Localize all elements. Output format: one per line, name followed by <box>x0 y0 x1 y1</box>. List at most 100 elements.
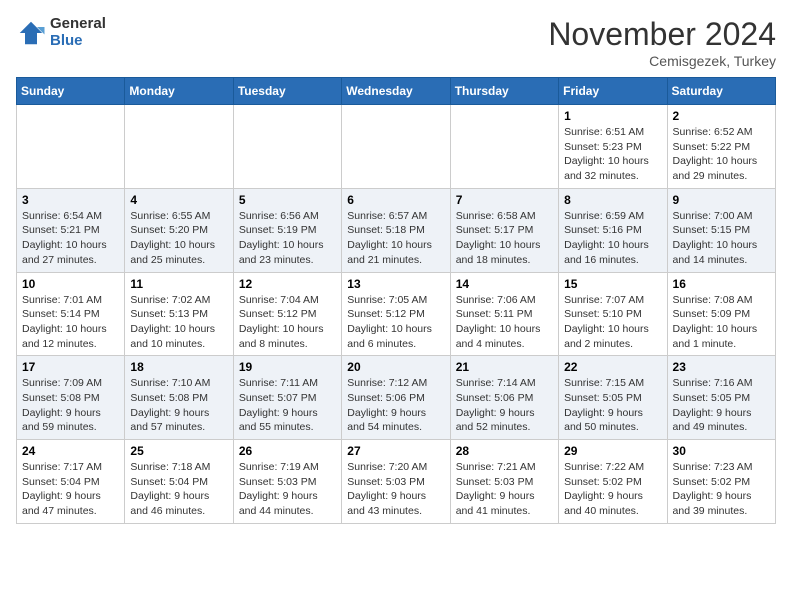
day-info: Sunrise: 7:01 AMSunset: 5:14 PMDaylight:… <box>22 293 119 352</box>
logo-icon <box>16 18 46 48</box>
day-info: Sunrise: 7:22 AMSunset: 5:02 PMDaylight:… <box>564 460 661 519</box>
day-info: Sunrise: 7:17 AMSunset: 5:04 PMDaylight:… <box>22 460 119 519</box>
calendar-cell <box>450 105 558 189</box>
day-info: Sunrise: 7:11 AMSunset: 5:07 PMDaylight:… <box>239 376 336 435</box>
day-info: Sunrise: 7:14 AMSunset: 5:06 PMDaylight:… <box>456 376 553 435</box>
logo-general-text: General <box>50 16 106 33</box>
calendar-cell: 23 Sunrise: 7:16 AMSunset: 5:05 PMDayligh… <box>667 356 775 440</box>
week-row: 17 Sunrise: 7:09 AMSunset: 5:08 PMDayligh… <box>17 356 776 440</box>
calendar-cell: 13Sunrise: 7:05 AMSunset: 5:12 PMDayligh… <box>342 272 450 356</box>
page-header: General Blue November 2024 Cemisgezek, T… <box>16 16 776 69</box>
day-number: 24 <box>22 444 119 458</box>
calendar-cell <box>342 105 450 189</box>
day-number: 25 <box>130 444 227 458</box>
day-number: 19 <box>239 360 336 374</box>
day-info: Sunrise: 6:51 AMSunset: 5:23 PMDaylight:… <box>564 125 661 184</box>
calendar-cell: 19 Sunrise: 7:11 AMSunset: 5:07 PMDayligh… <box>233 356 341 440</box>
calendar-cell: 27 Sunrise: 7:20 AMSunset: 5:03 PMDayligh… <box>342 440 450 524</box>
day-number: 1 <box>564 109 661 123</box>
day-number: 14 <box>456 277 553 291</box>
weekday-header: Thursday <box>450 78 558 105</box>
day-number: 30 <box>673 444 770 458</box>
calendar-cell: 26 Sunrise: 7:19 AMSunset: 5:03 PMDayligh… <box>233 440 341 524</box>
calendar-cell: 15Sunrise: 7:07 AMSunset: 5:10 PMDayligh… <box>559 272 667 356</box>
day-number: 13 <box>347 277 444 291</box>
weekday-header: Sunday <box>17 78 125 105</box>
day-info: Sunrise: 6:59 AMSunset: 5:16 PMDaylight:… <box>564 209 661 268</box>
day-number: 4 <box>130 193 227 207</box>
day-number: 28 <box>456 444 553 458</box>
calendar-cell: 24 Sunrise: 7:17 AMSunset: 5:04 PMDayligh… <box>17 440 125 524</box>
day-number: 16 <box>673 277 770 291</box>
calendar-cell <box>233 105 341 189</box>
day-number: 7 <box>456 193 553 207</box>
day-info: Sunrise: 7:21 AMSunset: 5:03 PMDaylight:… <box>456 460 553 519</box>
day-number: 8 <box>564 193 661 207</box>
calendar-cell: 4 Sunrise: 6:55 AMSunset: 5:20 PMDaylight… <box>125 188 233 272</box>
day-number: 21 <box>456 360 553 374</box>
day-info: Sunrise: 6:55 AMSunset: 5:20 PMDaylight:… <box>130 209 227 268</box>
calendar-cell: 17 Sunrise: 7:09 AMSunset: 5:08 PMDayligh… <box>17 356 125 440</box>
week-row: 10Sunrise: 7:01 AMSunset: 5:14 PMDayligh… <box>17 272 776 356</box>
calendar-cell: 11 Sunrise: 7:02 AMSunset: 5:13 PMDayligh… <box>125 272 233 356</box>
calendar-cell: 6Sunrise: 6:57 AMSunset: 5:18 PMDaylight… <box>342 188 450 272</box>
calendar-cell: 9Sunrise: 7:00 AMSunset: 5:15 PMDaylight… <box>667 188 775 272</box>
week-row: 3 Sunrise: 6:54 AMSunset: 5:21 PMDaylight… <box>17 188 776 272</box>
day-info: Sunrise: 7:23 AMSunset: 5:02 PMDaylight:… <box>673 460 770 519</box>
weekday-header-row: SundayMondayTuesdayWednesdayThursdayFrid… <box>17 78 776 105</box>
day-number: 27 <box>347 444 444 458</box>
day-number: 3 <box>22 193 119 207</box>
day-info: Sunrise: 7:10 AMSunset: 5:08 PMDaylight:… <box>130 376 227 435</box>
calendar-cell: 12Sunrise: 7:04 AMSunset: 5:12 PMDayligh… <box>233 272 341 356</box>
calendar-cell <box>17 105 125 189</box>
calendar-cell: 14Sunrise: 7:06 AMSunset: 5:11 PMDayligh… <box>450 272 558 356</box>
weekday-header: Saturday <box>667 78 775 105</box>
day-number: 26 <box>239 444 336 458</box>
day-info: Sunrise: 6:56 AMSunset: 5:19 PMDaylight:… <box>239 209 336 268</box>
day-number: 18 <box>130 360 227 374</box>
day-number: 29 <box>564 444 661 458</box>
calendar-cell: 30 Sunrise: 7:23 AMSunset: 5:02 PMDayligh… <box>667 440 775 524</box>
calendar-cell <box>125 105 233 189</box>
day-info: Sunrise: 7:04 AMSunset: 5:12 PMDaylight:… <box>239 293 336 352</box>
day-info: Sunrise: 6:52 AMSunset: 5:22 PMDaylight:… <box>673 125 770 184</box>
day-number: 9 <box>673 193 770 207</box>
day-info: Sunrise: 7:12 AMSunset: 5:06 PMDaylight:… <box>347 376 444 435</box>
calendar-cell: 1 Sunrise: 6:51 AMSunset: 5:23 PMDaylight… <box>559 105 667 189</box>
calendar-cell: 3 Sunrise: 6:54 AMSunset: 5:21 PMDaylight… <box>17 188 125 272</box>
calendar-cell: 18 Sunrise: 7:10 AMSunset: 5:08 PMDayligh… <box>125 356 233 440</box>
day-info: Sunrise: 7:16 AMSunset: 5:05 PMDaylight:… <box>673 376 770 435</box>
day-info: Sunrise: 7:15 AMSunset: 5:05 PMDaylight:… <box>564 376 661 435</box>
day-number: 15 <box>564 277 661 291</box>
calendar-cell: 25Sunrise: 7:18 AMSunset: 5:04 PMDayligh… <box>125 440 233 524</box>
calendar-cell: 2 Sunrise: 6:52 AMSunset: 5:22 PMDaylight… <box>667 105 775 189</box>
day-info: Sunrise: 7:09 AMSunset: 5:08 PMDaylight:… <box>22 376 119 435</box>
calendar-cell: 16 Sunrise: 7:08 AMSunset: 5:09 PMDayligh… <box>667 272 775 356</box>
calendar-cell: 7 Sunrise: 6:58 AMSunset: 5:17 PMDaylight… <box>450 188 558 272</box>
day-info: Sunrise: 7:08 AMSunset: 5:09 PMDaylight:… <box>673 293 770 352</box>
day-number: 11 <box>130 277 227 291</box>
calendar-table: SundayMondayTuesdayWednesdayThursdayFrid… <box>16 77 776 524</box>
calendar-cell: 5 Sunrise: 6:56 AMSunset: 5:19 PMDaylight… <box>233 188 341 272</box>
weekday-header: Wednesday <box>342 78 450 105</box>
day-number: 5 <box>239 193 336 207</box>
month-title: November 2024 <box>548 16 776 53</box>
day-info: Sunrise: 7:19 AMSunset: 5:03 PMDaylight:… <box>239 460 336 519</box>
calendar-cell: 10Sunrise: 7:01 AMSunset: 5:14 PMDayligh… <box>17 272 125 356</box>
logo-text: General Blue <box>50 16 106 49</box>
day-number: 17 <box>22 360 119 374</box>
day-number: 20 <box>347 360 444 374</box>
day-info: Sunrise: 6:58 AMSunset: 5:17 PMDaylight:… <box>456 209 553 268</box>
day-info: Sunrise: 6:54 AMSunset: 5:21 PMDaylight:… <box>22 209 119 268</box>
calendar-cell: 21 Sunrise: 7:14 AMSunset: 5:06 PMDayligh… <box>450 356 558 440</box>
title-block: November 2024 Cemisgezek, Turkey <box>548 16 776 69</box>
calendar-cell: 28 Sunrise: 7:21 AMSunset: 5:03 PMDayligh… <box>450 440 558 524</box>
day-info: Sunrise: 7:20 AMSunset: 5:03 PMDaylight:… <box>347 460 444 519</box>
day-number: 2 <box>673 109 770 123</box>
day-info: Sunrise: 7:02 AMSunset: 5:13 PMDaylight:… <box>130 293 227 352</box>
calendar-cell: 22Sunrise: 7:15 AMSunset: 5:05 PMDayligh… <box>559 356 667 440</box>
calendar-cell: 20 Sunrise: 7:12 AMSunset: 5:06 PMDayligh… <box>342 356 450 440</box>
week-row: 1 Sunrise: 6:51 AMSunset: 5:23 PMDaylight… <box>17 105 776 189</box>
day-number: 23 <box>673 360 770 374</box>
calendar-cell: 29 Sunrise: 7:22 AMSunset: 5:02 PMDayligh… <box>559 440 667 524</box>
